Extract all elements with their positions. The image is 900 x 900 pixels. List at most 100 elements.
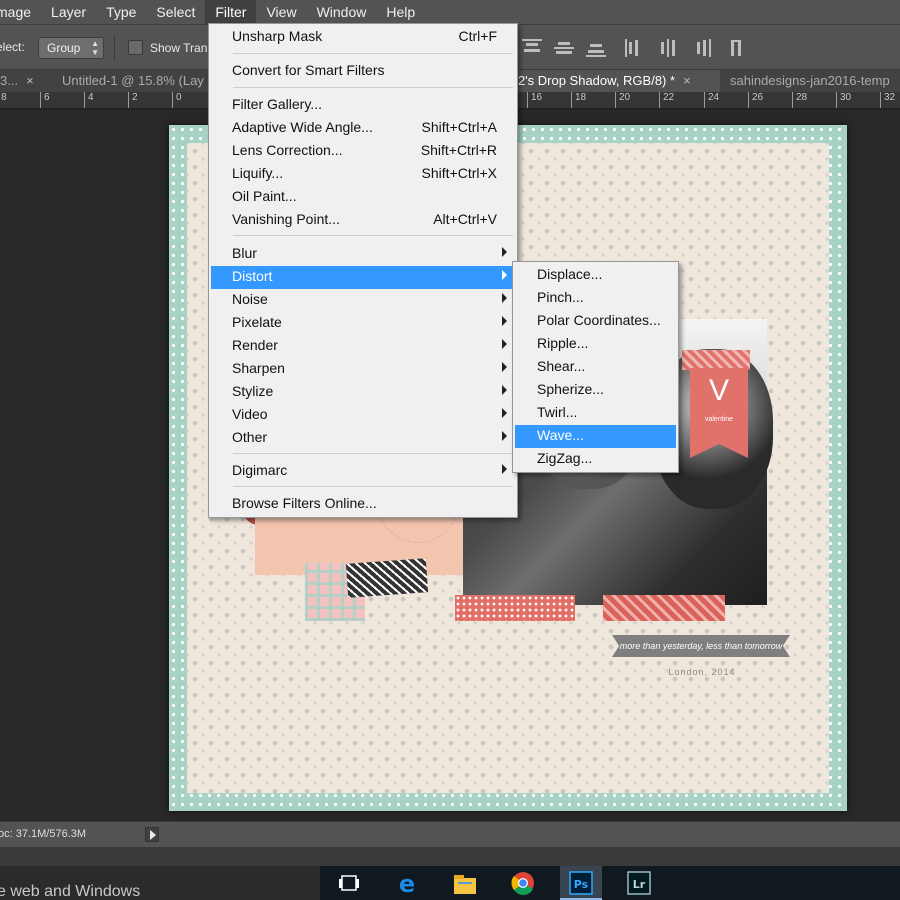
red-houndstooth-strip [603,595,725,621]
menu-item-label: Other [232,429,268,445]
menu-item-lens-correction[interactable]: Lens Correction... Shift+Ctrl+R [211,140,515,163]
submenu-item-label: Wave... [537,427,584,443]
word-banner: more than yesterday, less than tomorrow [612,635,790,657]
doc-tab-4[interactable]: sahindesigns-jan2016-temp [722,70,900,92]
lightroom-icon[interactable]: Lr [618,866,660,900]
menu-item-label: Digimarc [232,462,288,478]
submenu-item-spherize[interactable]: Spherize... [515,379,676,402]
submenu-item-label: Displace... [537,266,603,282]
file-explorer-icon[interactable] [444,866,486,900]
menu-item-vanishing-point[interactable]: Vanishing Point... Alt+Ctrl+V [211,209,515,232]
ruler-tick: 28 [792,92,807,108]
close-icon[interactable]: × [26,73,34,88]
submenu-item-wave[interactable]: Wave... [515,425,676,448]
align-right-icon[interactable] [688,38,712,58]
submenu-item-polar-coordinates[interactable]: Polar Coordinates... [515,310,676,333]
menu-item-noise[interactable]: Noise [211,289,515,312]
menu-item-oil-paint[interactable]: Oil Paint... [211,186,515,209]
red-pattern-strip [682,350,750,370]
task-view-icon[interactable] [328,866,370,900]
show-transform-checkbox[interactable] [128,40,143,55]
menu-item-label: Video [232,406,268,422]
align-bottom-icon[interactable] [584,38,608,58]
options-separator [114,35,115,61]
menu-item-adaptive-wide-angle[interactable]: Adaptive Wide Angle... Shift+Ctrl+A [211,117,515,140]
menu-item-filter-gallery[interactable]: Filter Gallery... [211,94,515,117]
submenu-arrow-icon [502,316,507,326]
distribute-icon[interactable] [728,38,752,58]
doc-tab-active[interactable]: r 2's Drop Shadow, RGB/8) * × [510,70,720,92]
menu-item-render[interactable]: Render [211,335,515,358]
submenu-item-twirl[interactable]: Twirl... [515,402,676,425]
ruler-tick: 18 [571,92,586,108]
auto-select-dropdown[interactable]: Group ▲ ▼ [38,37,104,59]
valentine-tag: V valentine [690,368,748,458]
menu-filter[interactable]: Filter [205,0,257,24]
auto-select-value: Group [47,41,81,55]
chrome-icon[interactable] [502,866,544,900]
submenu-item-displace[interactable]: Displace... [515,264,676,287]
menu-item-unsharp-mask[interactable]: Unsharp Mask Ctrl+F [211,26,515,49]
menu-separator [233,53,513,54]
taskbar-search-box[interactable]: e web and Windows [0,866,320,900]
doc-tab-2-label: Untitled-1 @ 15.8% (Lay [62,73,204,88]
close-icon[interactable]: × [683,73,691,88]
doc-tab-1[interactable]: 3... × [0,70,48,92]
submenu-item-pinch[interactable]: Pinch... [515,287,676,310]
menu-item-video[interactable]: Video [211,404,515,427]
menu-select[interactable]: Select [146,0,205,24]
menu-item-label: Lens Correction... [232,142,343,158]
menu-item-shortcut: Shift+Ctrl+X [421,165,497,181]
ruler-tick: 2 [128,92,138,108]
menu-item-digimarc[interactable]: Digimarc [211,460,515,483]
doc-tab-1-label: 3... [0,73,19,88]
menu-layer[interactable]: Layer [41,0,96,24]
menu-item-label: Liquify... [232,165,284,181]
menu-window[interactable]: Window [307,0,377,24]
menu-separator [233,235,513,236]
menu-item-label: Sharpen [232,360,285,376]
menu-item-pixelate[interactable]: Pixelate [211,312,515,335]
menu-item-label: Distort [232,268,273,284]
ruler-tick: 26 [748,92,763,108]
menu-item-convert-smart[interactable]: Convert for Smart Filters [211,60,515,83]
menu-help[interactable]: Help [376,0,425,24]
doc-tab-2[interactable]: Untitled-1 @ 15.8% (Lay [54,70,212,92]
align-hcenter-icon[interactable] [656,38,680,58]
menu-item-stylize[interactable]: Stylize [211,381,515,404]
menu-image[interactable]: mage [0,0,41,24]
menu-item-label: Convert for Smart Filters [232,62,385,78]
submenu-item-ripple[interactable]: Ripple... [515,333,676,356]
ruler-tick: 22 [659,92,674,108]
align-vcenter-icon[interactable] [552,38,576,58]
submenu-arrow-icon [502,362,507,372]
menu-item-liquify[interactable]: Liquify... Shift+Ctrl+X [211,163,515,186]
menu-item-sharpen[interactable]: Sharpen [211,358,515,381]
menu-item-shortcut: Ctrl+F [458,28,498,44]
red-dot-strip [455,595,575,621]
photoshop-icon[interactable]: Ps [560,866,602,900]
submenu-item-shear[interactable]: Shear... [515,356,676,379]
submenu-arrow-icon [502,293,507,303]
doc-size-readout[interactable]: oc: 37.1M/576.3M [0,828,86,840]
panel-strip [0,847,900,866]
ruler-tick: 24 [704,92,719,108]
menu-item-label: Browse Filters Online... [232,495,377,511]
align-left-icon[interactable] [624,38,648,58]
play-arrow-icon[interactable] [145,827,159,842]
lightroom-icon-label: Lr [633,878,646,891]
submenu-arrow-icon [502,339,507,349]
menu-item-blur[interactable]: Blur [211,243,515,266]
menu-item-distort[interactable]: Distort [211,266,515,289]
menu-item-browse-filters[interactable]: Browse Filters Online... [211,493,515,516]
edge-icon[interactable]: e [386,866,428,900]
menu-type[interactable]: Type [96,0,146,24]
submenu-item-zigzag[interactable]: ZigZag... [515,448,676,471]
submenu-item-label: Polar Coordinates... [537,312,661,328]
align-top-icon[interactable] [520,38,544,58]
ruler-tick: 20 [615,92,630,108]
menu-view[interactable]: View [256,0,306,24]
ruler-tick: 8 [0,92,7,108]
filter-menu: Unsharp Mask Ctrl+F Convert for Smart Fil… [208,23,518,518]
menu-item-other[interactable]: Other [211,427,515,450]
